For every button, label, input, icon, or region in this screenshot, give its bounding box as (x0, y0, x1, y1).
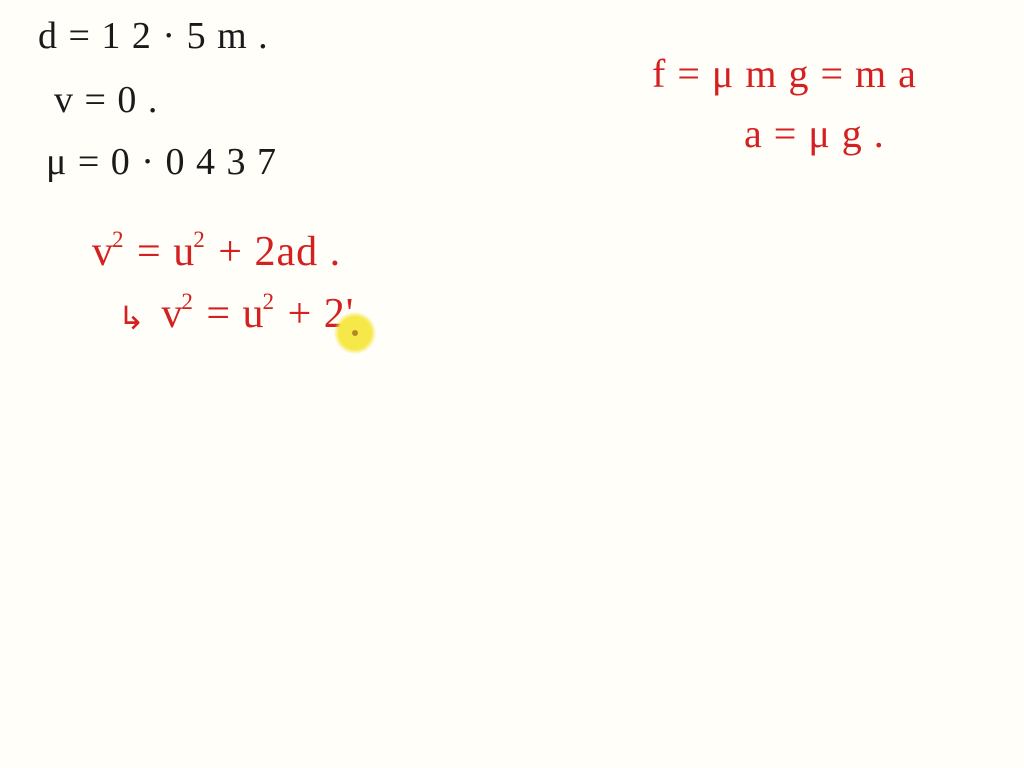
kin1-tail: + 2ad . (218, 229, 341, 275)
kin1-u-exp: 2 (193, 226, 206, 252)
given-d: d = 1 2 · 5 m . (38, 14, 269, 58)
given-mu: μ = 0 · 0 4 3 7 (46, 140, 277, 184)
kin1-equ: = u (137, 229, 195, 275)
force-eq2: a = μ g . (744, 110, 885, 157)
kin2-v: v (161, 291, 183, 337)
kinematic-eq2: ↳ v2 = u2 + 2' (118, 290, 354, 338)
kin1-v: v (92, 229, 114, 275)
kin2-v-exp: 2 (181, 288, 194, 314)
kin2-u-exp: 2 (263, 288, 276, 314)
kinematic-eq1: v2 = u2 + 2ad . (92, 228, 341, 276)
kin1-v-exp: 2 (112, 226, 125, 252)
sub-arrow-icon: ↳ (118, 300, 146, 336)
given-v: v = 0 . (54, 78, 158, 122)
kin2-equ: = u (206, 291, 264, 337)
cursor-highlight-icon (334, 312, 376, 354)
force-eq1: f = μ m g = m a (652, 50, 917, 97)
